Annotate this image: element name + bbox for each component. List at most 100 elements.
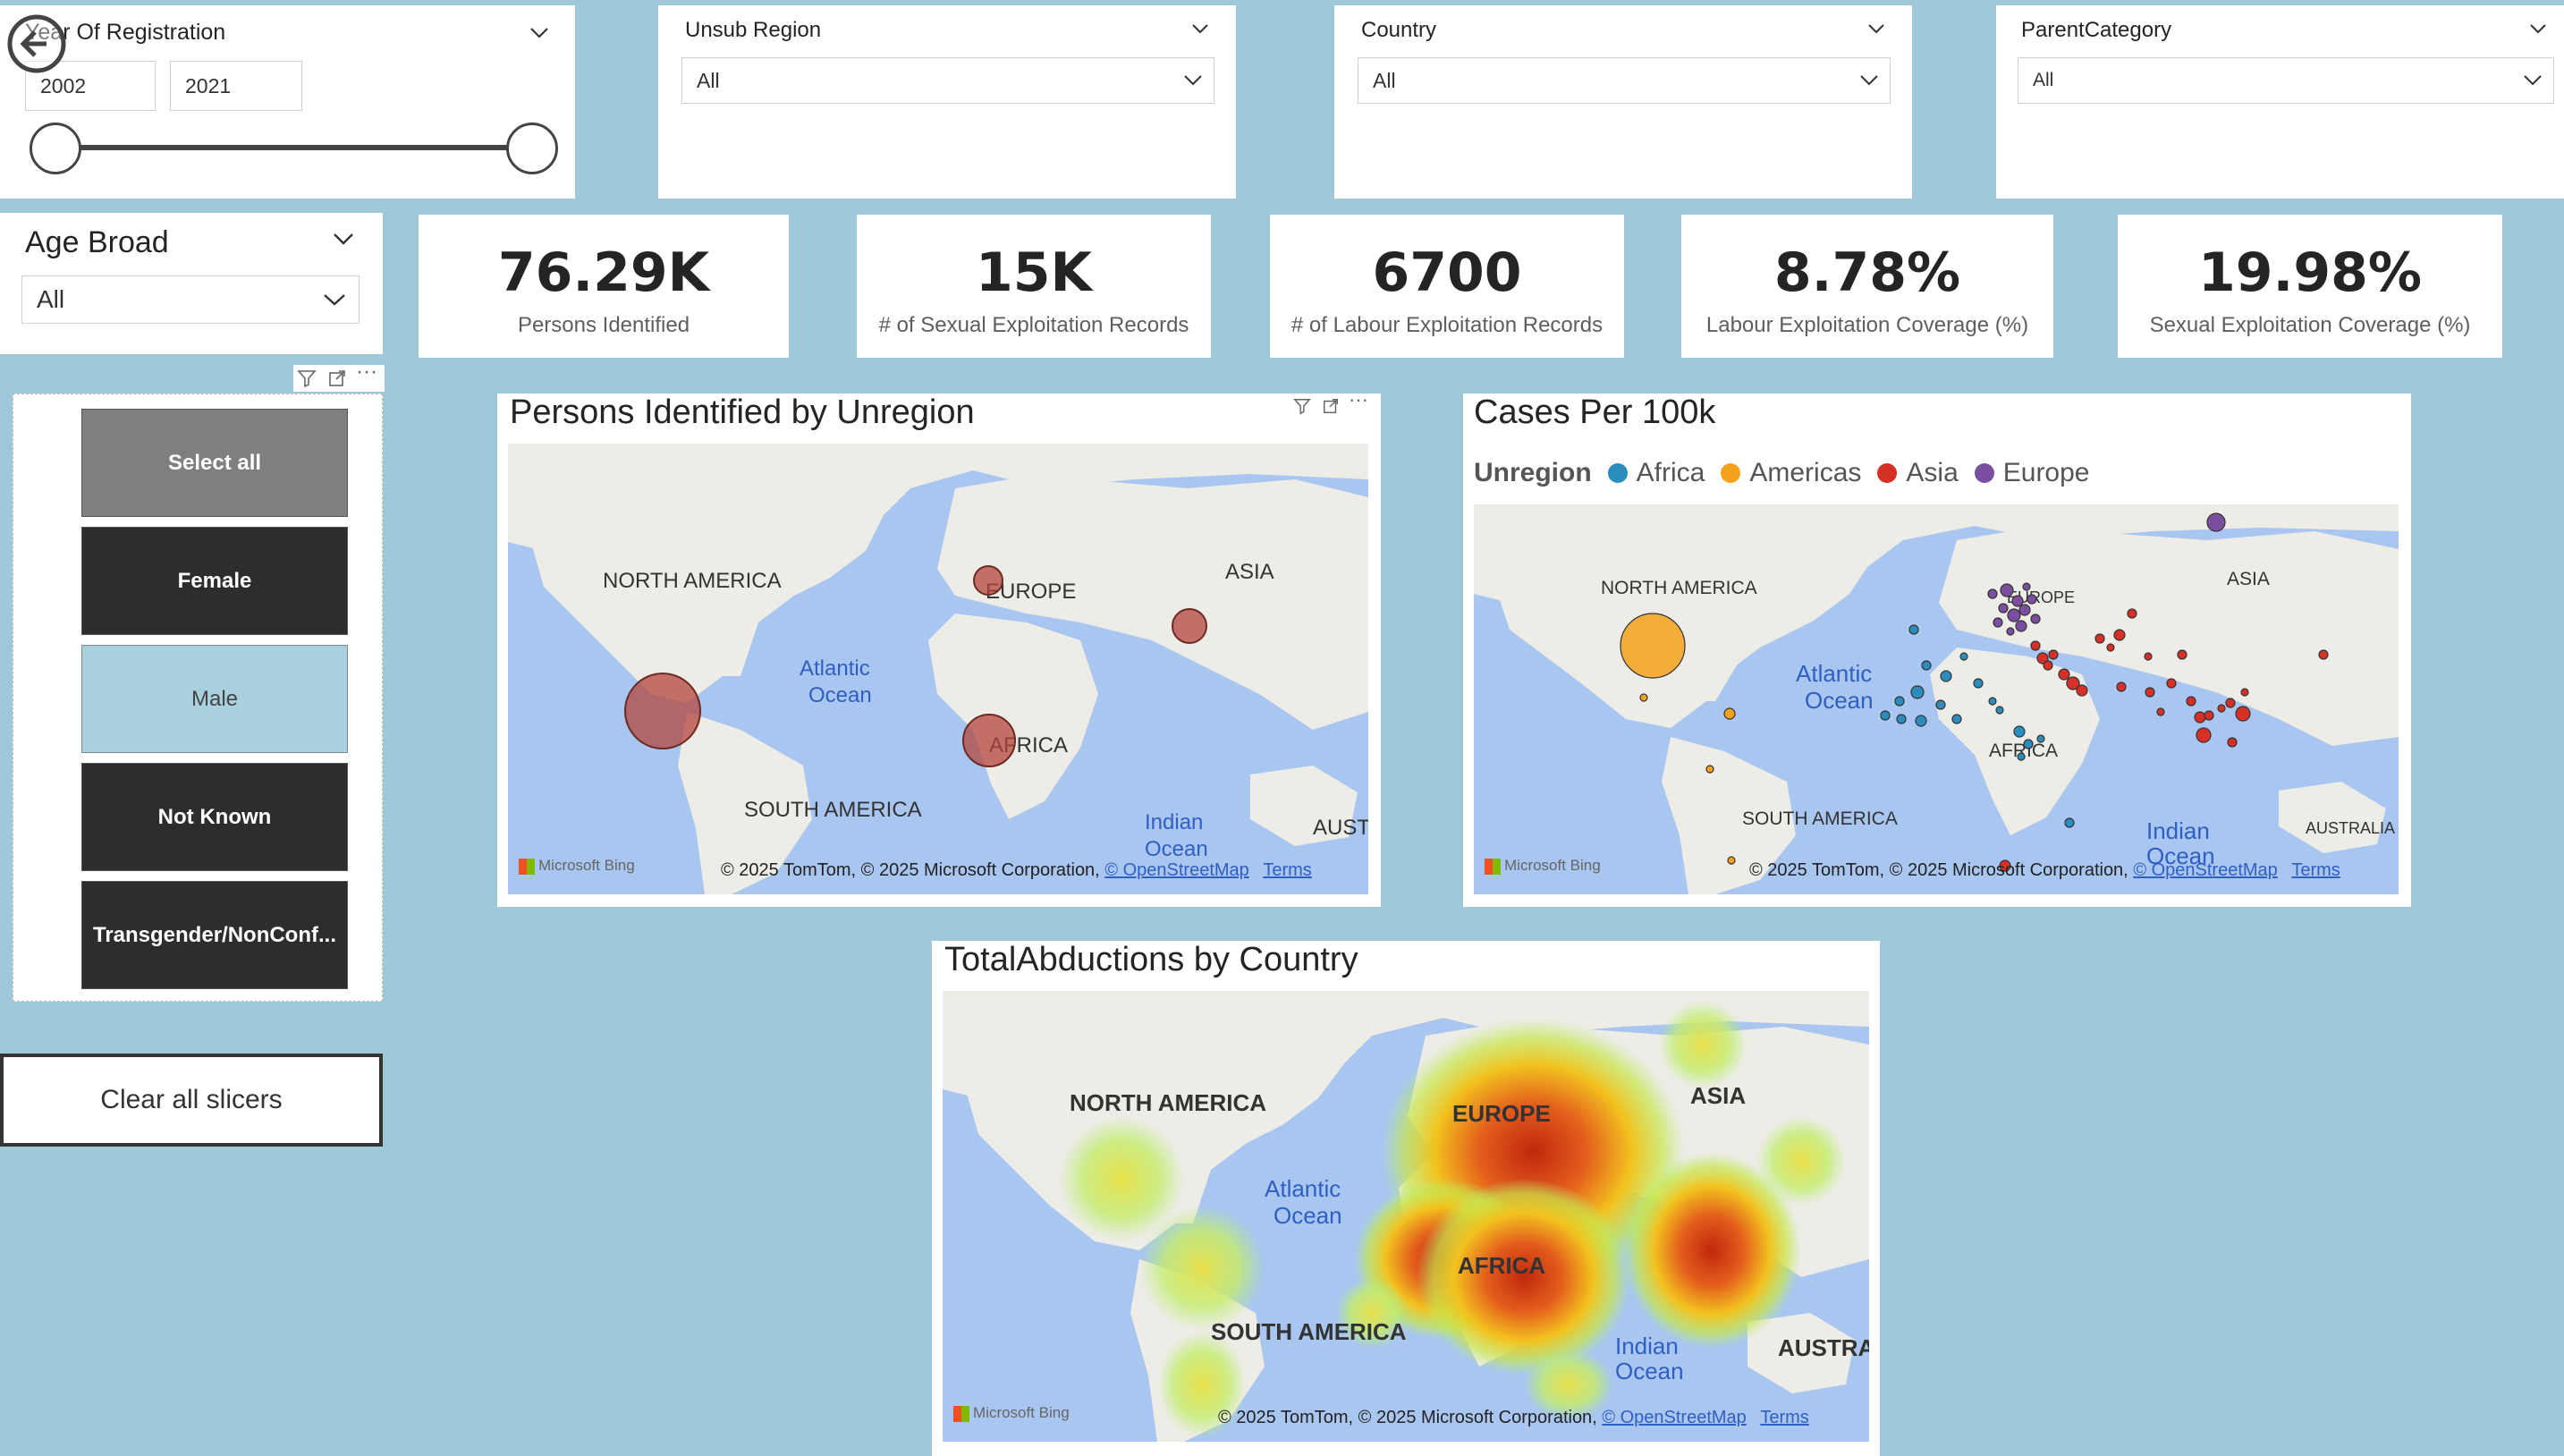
country-dropdown[interactable]: All xyxy=(1358,57,1891,104)
bubble-europe[interactable] xyxy=(973,565,1003,596)
label-atlantic: Atlantic xyxy=(1265,1175,1341,1202)
age-broad-slicer: Age Broad All xyxy=(0,213,383,354)
kpi-label: Labour Exploitation Coverage (%) xyxy=(1705,313,2029,337)
map-area[interactable]: NORTH AMERICA EUROPE ASIA AFRICA SOUTH A… xyxy=(943,991,1869,1442)
year-range-handle-end[interactable] xyxy=(506,123,558,174)
bing-label: Microsoft Bing xyxy=(1504,857,1601,874)
kpi-label: Sexual Exploitation Coverage (%) xyxy=(2149,313,2471,337)
legend-africa: Africa xyxy=(1636,458,1705,487)
cases-per-100k-visual: Cases Per 100k Unregion Africa Americas … xyxy=(1463,394,2411,907)
label-north-america: NORTH AMERICA xyxy=(603,569,782,593)
country-value: All xyxy=(1373,68,1396,92)
chevron-down-icon xyxy=(1860,75,1878,86)
chevron-down-icon xyxy=(2524,75,2542,86)
unsub-region-slicer: Unsub Region All xyxy=(658,5,1236,199)
chevron-down-icon[interactable] xyxy=(1191,23,1209,35)
bubble-asia[interactable] xyxy=(1172,608,1207,644)
year-range-handle-start[interactable] xyxy=(30,123,81,174)
kpi-persons-identified: 76.29K Persons Identified xyxy=(419,215,789,358)
back-arrow-icon[interactable] xyxy=(5,13,68,75)
label-africa: AFRICA xyxy=(1458,1252,1546,1279)
unsub-region-dropdown[interactable]: All xyxy=(681,57,1214,104)
female-button[interactable]: Female xyxy=(81,527,348,635)
legend-dot-americas xyxy=(1721,463,1741,483)
year-range-track[interactable] xyxy=(55,145,533,150)
unsub-region-title: Unsub Region xyxy=(685,18,822,42)
unsub-region-value: All xyxy=(697,68,720,92)
parent-category-dropdown[interactable]: All xyxy=(2018,57,2554,104)
legend-asia: Asia xyxy=(1906,458,1959,487)
attribution-text: © 2025 TomTom, © 2025 Microsoft Corporat… xyxy=(1218,1408,1597,1427)
kpi-value: 15K xyxy=(976,241,1092,304)
legend-americas: Americas xyxy=(1749,458,1862,487)
map-area[interactable]: NORTH AMERICA EUROPE ASIA AFRICA SOUTH A… xyxy=(1474,504,2399,894)
transgender-button[interactable]: Transgender/NonConf... xyxy=(81,881,348,989)
terms-link[interactable]: Terms xyxy=(1263,860,1311,880)
year-to-value: 2021 xyxy=(185,73,232,97)
bubble-americas[interactable] xyxy=(624,673,701,749)
visual-header-icons: ··· xyxy=(1293,388,1383,422)
attribution-text: © 2025 TomTom, © 2025 Microsoft Corporat… xyxy=(721,860,1100,880)
map-legend: Unregion Africa Americas Asia Europe xyxy=(1474,458,2090,488)
kpi-label: # of Sexual Exploitation Records xyxy=(878,313,1189,337)
kpi-value: 8.78% xyxy=(1773,241,1961,304)
year-slicer: Year Of Registration 2002 2021 xyxy=(0,5,575,199)
kpi-sexual-exploitation-coverage: 19.98% Sexual Exploitation Coverage (%) xyxy=(2118,215,2502,358)
osm-link[interactable]: © OpenStreetMap xyxy=(2133,860,2277,880)
osm-link[interactable]: © OpenStreetMap xyxy=(1602,1408,1746,1427)
focus-mode-icon[interactable] xyxy=(327,368,347,388)
gender-slicer-header: ··· xyxy=(293,360,385,392)
label-atlantic-ocean: Ocean xyxy=(1274,1202,1342,1229)
chevron-down-icon xyxy=(324,294,345,306)
terms-link[interactable]: Terms xyxy=(2291,860,2340,880)
legend-europe: Europe xyxy=(2002,458,2090,487)
chevron-down-icon xyxy=(1184,75,1202,86)
parent-category-title: ParentCategory xyxy=(2021,18,2172,42)
map-attribution: © 2025 TomTom, © 2025 Microsoft Corporat… xyxy=(1749,860,2340,881)
chevron-down-icon[interactable] xyxy=(529,27,549,39)
label-asia: ASIA xyxy=(1690,1082,1747,1109)
visual-title: Persons Identified by Unregion xyxy=(510,394,975,431)
bing-label: Microsoft Bing xyxy=(973,1404,1070,1421)
filter-icon[interactable] xyxy=(1293,397,1311,415)
kpi-sexual-exploitation-records: 15K # of Sexual Exploitation Records xyxy=(857,215,1211,358)
bing-logo: Microsoft Bing xyxy=(1485,857,1601,875)
persons-by-unregion-visual: Persons Identified by Unregion ··· NORTH… xyxy=(497,388,1383,907)
age-broad-dropdown[interactable]: All xyxy=(21,275,360,324)
osm-link[interactable]: © OpenStreetMap xyxy=(1104,860,1248,880)
label-north-america: NORTH AMERICA xyxy=(1070,1089,1267,1116)
visual-title: Cases Per 100k xyxy=(1474,394,1716,431)
kpi-label: # of Labour Exploitation Records xyxy=(1290,313,1604,337)
attribution-text: © 2025 TomTom, © 2025 Microsoft Corporat… xyxy=(1749,860,2128,880)
bing-logo: Microsoft Bing xyxy=(519,857,635,875)
clear-all-slicers-button[interactable]: Clear all slicers xyxy=(0,1054,383,1147)
chevron-down-icon[interactable] xyxy=(2529,23,2547,35)
chevron-down-icon[interactable] xyxy=(1867,23,1885,35)
not-known-button[interactable]: Not Known xyxy=(81,763,348,871)
year-to-input[interactable]: 2021 xyxy=(170,61,302,111)
select-all-button[interactable]: Select all xyxy=(81,409,348,517)
bubble-africa[interactable] xyxy=(962,714,1016,767)
kpi-value: 6700 xyxy=(1372,241,1522,304)
parent-category-slicer: ParentCategory All xyxy=(1996,5,2564,199)
more-options-icon[interactable]: ··· xyxy=(1349,388,1368,411)
label-atlantic: Atlantic xyxy=(800,656,870,681)
total-abductions-visual: TotalAbductions by Country NORTH AMERICA… xyxy=(932,941,1880,1456)
cases-points[interactable] xyxy=(1474,504,2399,894)
legend-title: Unregion xyxy=(1474,458,1592,487)
label-south-america: SOUTH AMERICA xyxy=(744,798,922,822)
label-atlantic-ocean: Ocean xyxy=(808,683,872,707)
legend-dot-africa xyxy=(1607,463,1628,483)
age-broad-value: All xyxy=(37,285,65,313)
filter-icon[interactable] xyxy=(297,368,317,388)
country-title: Country xyxy=(1361,18,1437,42)
terms-link[interactable]: Terms xyxy=(1760,1408,1808,1427)
kpi-value: 76.29K xyxy=(497,241,710,304)
focus-mode-icon[interactable] xyxy=(1322,397,1340,415)
chevron-down-icon[interactable] xyxy=(333,233,354,246)
label-indian: Indian xyxy=(1145,810,1204,834)
male-button[interactable]: Male xyxy=(81,645,348,753)
map-area[interactable]: NORTH AMERICA EUROPE ASIA AFRICA SOUTH A… xyxy=(508,444,1368,894)
bing-label: Microsoft Bing xyxy=(538,857,635,874)
more-options-icon[interactable]: ··· xyxy=(356,360,377,385)
